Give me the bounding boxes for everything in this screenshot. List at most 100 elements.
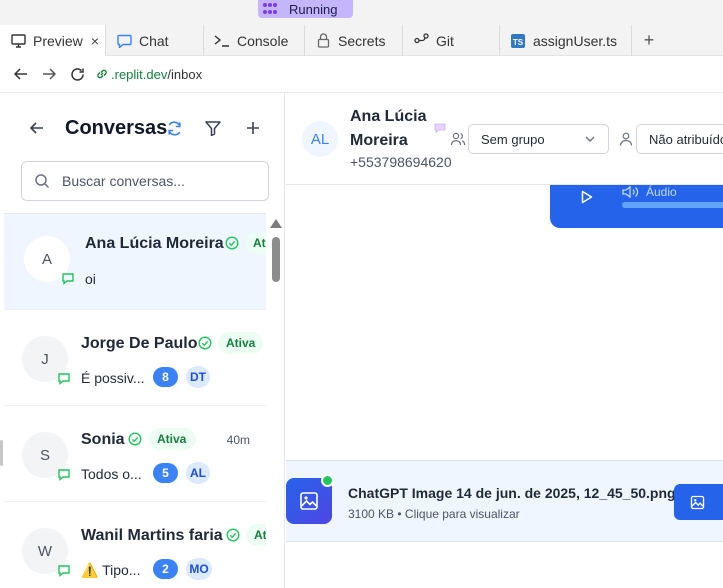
- status-badge: Ativa: [218, 332, 264, 354]
- running-label: Running: [289, 1, 338, 17]
- whatsapp-chat-icon: [58, 373, 70, 385]
- search-input[interactable]: [62, 173, 262, 189]
- contact-name: Sonia: [81, 431, 125, 448]
- reload-button[interactable]: [63, 60, 91, 88]
- url-field[interactable]: .replit.dev/inbox: [95, 67, 202, 82]
- image-icon: [300, 492, 318, 510]
- arrow-left-icon: [30, 122, 43, 134]
- last-activity-time: 40m: [226, 433, 250, 447]
- users-icon: [450, 132, 466, 146]
- attachment-preview-bar[interactable]: ChatGPT Image 14 de jun. de 2025, 12_45_…: [286, 460, 723, 542]
- add-tab-button[interactable]: +: [632, 25, 666, 56]
- unread-count-badge: 5: [153, 463, 178, 483]
- status-badge: Ativa: [245, 232, 266, 254]
- scroll-thumb[interactable]: [272, 237, 280, 282]
- last-message-preview: É possiv...: [81, 370, 145, 386]
- contact-name: Jorge De Paulo: [81, 335, 198, 352]
- conversation-list: A Ana Lúcia Moreira Ativa oi J Jorge De …: [4, 213, 266, 588]
- scroll-up-arrow-icon[interactable]: [270, 219, 282, 228]
- chat-pane: Áudio AL Ana Lúcia Moreira +553798694620…: [286, 93, 723, 588]
- workspace-tabbar: Preview × Chat Console Secrets Git TS as…: [0, 25, 723, 56]
- chat-header: AL Ana Lúcia Moreira +553798694620 Sem g…: [286, 93, 723, 185]
- user-icon: [619, 132, 633, 146]
- status-badge: Ativa: [246, 524, 266, 546]
- search-icon: [35, 174, 50, 189]
- play-icon[interactable]: [581, 190, 593, 204]
- link-icon: [97, 69, 107, 79]
- whatsapp-chat-icon: [62, 273, 74, 285]
- tab-label: Git: [436, 32, 454, 49]
- url-path: /inbox: [167, 66, 203, 82]
- assigned-agent-badge: DT: [186, 366, 210, 388]
- attachment-filename: ChatGPT Image 14 de jun. de 2025, 12_45_…: [348, 485, 676, 501]
- terminal-icon: [214, 33, 230, 49]
- assignee-select[interactable]: Não atribuído: [636, 124, 723, 154]
- tab-console[interactable]: Console: [204, 25, 305, 56]
- contact-name: Ana Lúcia Moreira: [85, 235, 224, 252]
- conversation-item[interactable]: A Ana Lúcia Moreira Ativa oi: [4, 214, 266, 310]
- tab-secrets[interactable]: Secrets: [305, 25, 403, 56]
- filter-icon: [205, 120, 221, 136]
- last-message-preview: Todos o...: [81, 466, 142, 482]
- group-select[interactable]: Sem grupo: [468, 124, 609, 154]
- sidebar-scrollbar[interactable]: [270, 213, 282, 588]
- view-image-button[interactable]: [674, 484, 723, 520]
- check-circle-icon: [198, 336, 212, 350]
- whatsapp-chat-icon: [58, 565, 70, 577]
- arrow-right-icon: [43, 68, 56, 80]
- chevron-down-icon: [585, 136, 595, 142]
- audio-progress-track[interactable]: [622, 202, 723, 208]
- tab-git[interactable]: Git: [403, 25, 500, 56]
- address-bar: .replit.dev/inbox: [0, 56, 723, 93]
- forward-button[interactable]: [35, 60, 63, 88]
- online-indicator: [321, 474, 334, 487]
- url-domain: .replit.dev: [111, 66, 168, 82]
- conversation-item[interactable]: W Wanil Martins faria Ativa ⚠️ Tipo... 2…: [4, 502, 266, 588]
- tab-label: Console: [237, 32, 289, 49]
- conversation-item[interactable]: S Sonia Ativa 40m Todos o... 5 AL: [4, 406, 266, 502]
- back-button[interactable]: [7, 60, 35, 88]
- last-message-preview: ⚠️ Tipo...: [81, 562, 141, 578]
- back-button[interactable]: [26, 117, 48, 139]
- arrow-left-icon: [14, 68, 27, 80]
- audio-label: Áudio: [622, 185, 677, 199]
- tab-preview[interactable]: Preview ×: [0, 25, 106, 56]
- contact-name: Ana Lúcia Moreira: [350, 108, 427, 149]
- top-strip: Running: [0, 0, 723, 25]
- contact-name: Wanil Martins faria: [81, 527, 223, 544]
- assigned-agent-badge: MO: [186, 558, 212, 580]
- unread-count-badge: 2: [153, 559, 178, 579]
- tab-chat[interactable]: Chat: [106, 25, 204, 56]
- search-conversations-box[interactable]: [21, 161, 269, 201]
- new-conversation-button[interactable]: [242, 117, 264, 139]
- audio-message-bubble[interactable]: Áudio: [550, 185, 723, 228]
- filter-button[interactable]: [202, 117, 224, 139]
- running-indicator[interactable]: Running: [258, 0, 353, 18]
- reload-icon: [70, 67, 84, 81]
- image-icon: [690, 495, 705, 509]
- volume-icon: [622, 186, 639, 198]
- resize-handle[interactable]: [0, 440, 3, 466]
- tab-label: Chat: [139, 32, 169, 49]
- git-icon: [413, 33, 429, 49]
- tab-label: Secrets: [338, 32, 386, 49]
- svg-text:TS: TS: [513, 38, 524, 47]
- monitor-icon: [10, 33, 26, 49]
- sidebar-title: Conversas: [65, 117, 168, 139]
- status-badge: Ativa: [149, 428, 196, 450]
- chat-icon: [116, 33, 132, 49]
- refresh-button[interactable]: [163, 117, 185, 139]
- tab-assignuser-ts[interactable]: TS assignUser.ts: [500, 25, 632, 56]
- assigned-agent-badge: AL: [186, 462, 210, 484]
- conversation-item[interactable]: J Jorge De Paulo Ativa É possiv... 8 DT: [4, 310, 266, 406]
- check-circle-icon: [226, 528, 240, 542]
- lock-icon: [315, 33, 331, 49]
- check-circle-icon: [225, 236, 239, 250]
- attachment-meta: 3100 KB • Clique para visualizar: [348, 507, 520, 521]
- close-icon[interactable]: ×: [91, 33, 99, 49]
- check-circle-icon: [128, 432, 142, 446]
- unread-count-badge: 8: [153, 367, 178, 387]
- plus-icon: [247, 122, 259, 134]
- tab-label: assignUser.ts: [533, 32, 618, 49]
- running-icon: [263, 3, 281, 15]
